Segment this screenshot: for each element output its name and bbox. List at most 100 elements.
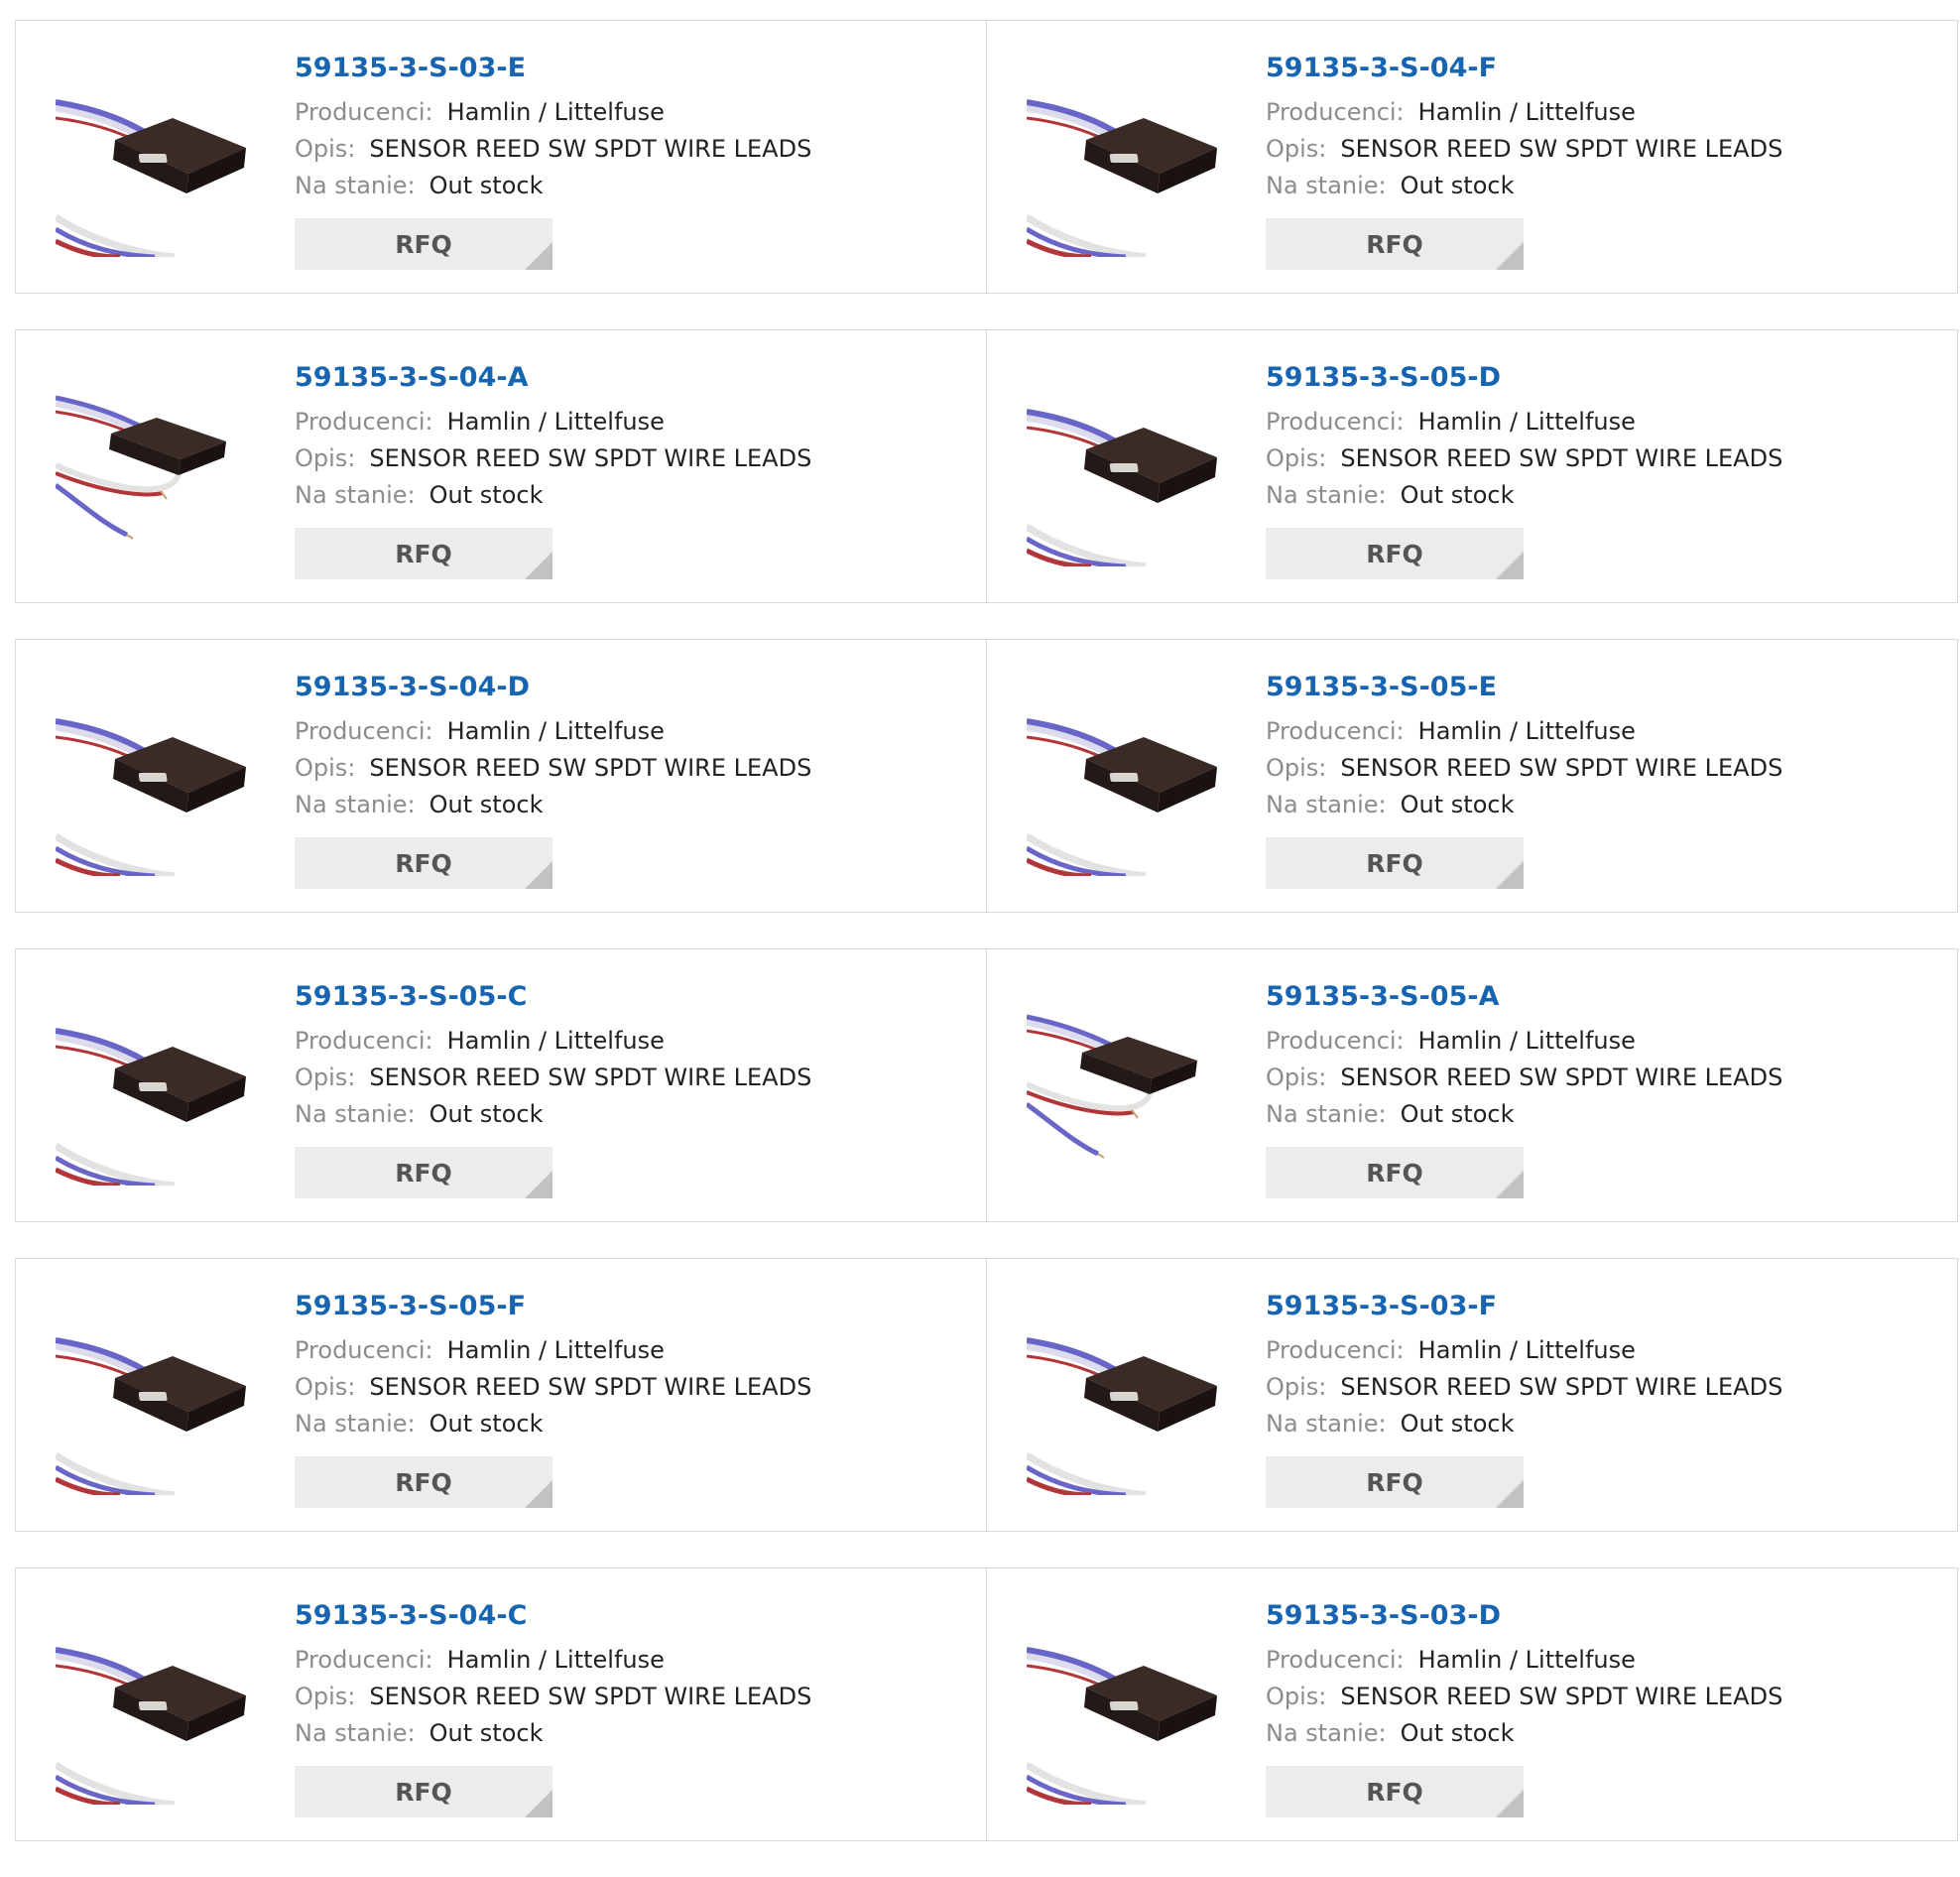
rfq-button[interactable]: RFQ [295,837,552,889]
rfq-label: RFQ [1366,848,1423,878]
stock-label: Na stanie: [295,1100,416,1128]
description-row: Opis: SENSOR REED SW SPDT WIRE LEADS [295,1369,811,1406]
manufacturer-value: Hamlin / Littelfuse [446,1646,665,1674]
description-row: Opis: SENSOR REED SW SPDT WIRE LEADS [1266,1679,1782,1715]
part-number-link[interactable]: 59135-3-S-04-F [1266,51,1782,86]
description-row: Opis: SENSOR REED SW SPDT WIRE LEADS [295,750,811,787]
manufacturer-label: Producenci: [1266,98,1405,126]
stock-label: Na stanie: [1266,1100,1387,1128]
stock-value: Out stock [1400,791,1515,818]
description-label: Opis: [1266,444,1327,472]
manufacturer-label: Producenci: [295,1336,433,1364]
stock-label: Na stanie: [295,1719,416,1747]
product-image[interactable] [56,1297,254,1495]
rfq-button[interactable]: RFQ [1266,1456,1524,1508]
rfq-button[interactable]: RFQ [1266,218,1524,270]
reed-sensor-stripped-icon [1027,987,1225,1186]
corner-triangle-icon [1496,1480,1524,1508]
product-image[interactable] [56,1606,254,1805]
product-image[interactable] [56,368,254,566]
description-value: SENSOR REED SW SPDT WIRE LEADS [1340,1373,1783,1401]
manufacturer-row: Producenci: Hamlin / Littelfuse [295,1023,811,1060]
rfq-button[interactable]: RFQ [1266,837,1524,889]
description-value: SENSOR REED SW SPDT WIRE LEADS [1340,1064,1783,1091]
rfq-button[interactable]: RFQ [295,1456,552,1508]
manufacturer-row: Producenci: Hamlin / Littelfuse [295,404,811,440]
description-row: Opis: SENSOR REED SW SPDT WIRE LEADS [1266,440,1782,477]
reed-sensor-icon [1027,1606,1225,1805]
rfq-label: RFQ [1366,229,1423,259]
manufacturer-label: Producenci: [295,717,433,745]
part-number-link[interactable]: 59135-3-S-03-E [295,51,811,86]
corner-triangle-icon [525,861,552,889]
stock-row: Na stanie: Out stock [295,787,811,823]
manufacturer-value: Hamlin / Littelfuse [446,408,665,436]
part-number-link[interactable]: 59135-3-S-05-A [1266,979,1782,1015]
corner-triangle-icon [1496,242,1524,270]
manufacturer-label: Producenci: [295,1027,433,1055]
product-row: 59135-3-S-04-C Producenci: Hamlin / Litte… [15,1567,1958,1841]
stock-value: Out stock [429,481,544,509]
stock-row: Na stanie: Out stock [295,1096,811,1133]
product-card: 59135-3-S-05-F Producenci: Hamlin / Litte… [16,1259,986,1531]
stock-value: Out stock [1400,1410,1515,1438]
product-image[interactable] [1027,368,1225,566]
product-card: 59135-3-S-03-E Producenci: Hamlin / Litte… [16,21,986,293]
description-row: Opis: SENSOR REED SW SPDT WIRE LEADS [1266,131,1782,168]
part-number-link[interactable]: 59135-3-S-05-F [295,1289,811,1324]
product-image[interactable] [56,987,254,1186]
stock-label: Na stanie: [1266,172,1387,199]
part-number-link[interactable]: 59135-3-S-03-F [1266,1289,1782,1324]
rfq-button[interactable]: RFQ [1266,1147,1524,1198]
rfq-button[interactable]: RFQ [295,1766,552,1817]
description-row: Opis: SENSOR REED SW SPDT WIRE LEADS [295,440,811,477]
description-value: SENSOR REED SW SPDT WIRE LEADS [369,444,812,472]
part-number-link[interactable]: 59135-3-S-03-D [1266,1598,1782,1634]
description-value: SENSOR REED SW SPDT WIRE LEADS [1340,135,1783,163]
stock-value: Out stock [1400,481,1515,509]
stock-row: Na stanie: Out stock [295,168,811,204]
stock-row: Na stanie: Out stock [1266,1406,1782,1442]
product-image[interactable] [1027,1606,1225,1805]
reed-sensor-icon [56,678,254,876]
product-image[interactable] [56,59,254,257]
rfq-button[interactable]: RFQ [1266,528,1524,579]
rfq-button[interactable]: RFQ [295,218,552,270]
reed-sensor-stripped-icon [56,368,254,566]
stock-row: Na stanie: Out stock [1266,168,1782,204]
stock-label: Na stanie: [295,172,416,199]
description-row: Opis: SENSOR REED SW SPDT WIRE LEADS [295,131,811,168]
product-card: 59135-3-S-04-C Producenci: Hamlin / Litte… [16,1568,986,1840]
rfq-button[interactable]: RFQ [295,1147,552,1198]
rfq-button[interactable]: RFQ [295,528,552,579]
manufacturer-value: Hamlin / Littelfuse [446,98,665,126]
description-label: Opis: [295,1064,356,1091]
stock-row: Na stanie: Out stock [295,477,811,514]
stock-label: Na stanie: [295,1410,416,1438]
product-image[interactable] [1027,1297,1225,1495]
part-number-link[interactable]: 59135-3-S-04-A [295,360,811,396]
part-number-link[interactable]: 59135-3-S-05-E [1266,670,1782,705]
product-image[interactable] [1027,987,1225,1186]
stock-label: Na stanie: [295,481,416,509]
product-image[interactable] [1027,678,1225,876]
description-value: SENSOR REED SW SPDT WIRE LEADS [1340,754,1783,782]
manufacturer-value: Hamlin / Littelfuse [446,1027,665,1055]
description-label: Opis: [1266,1683,1327,1710]
part-number-link[interactable]: 59135-3-S-05-D [1266,360,1782,396]
part-number-link[interactable]: 59135-3-S-05-C [295,979,811,1015]
rfq-button[interactable]: RFQ [1266,1766,1524,1817]
manufacturer-row: Producenci: Hamlin / Littelfuse [295,713,811,750]
part-number-link[interactable]: 59135-3-S-04-C [295,1598,811,1634]
product-image[interactable] [56,678,254,876]
manufacturer-label: Producenci: [1266,1027,1405,1055]
product-image[interactable] [1027,59,1225,257]
part-number-link[interactable]: 59135-3-S-04-D [295,670,811,705]
manufacturer-row: Producenci: Hamlin / Littelfuse [1266,94,1782,131]
rfq-label: RFQ [1366,1777,1423,1807]
rfq-label: RFQ [395,1777,452,1807]
corner-triangle-icon [1496,1171,1524,1198]
description-value: SENSOR REED SW SPDT WIRE LEADS [369,135,812,163]
stock-value: Out stock [429,1100,544,1128]
description-row: Opis: SENSOR REED SW SPDT WIRE LEADS [1266,1369,1782,1406]
